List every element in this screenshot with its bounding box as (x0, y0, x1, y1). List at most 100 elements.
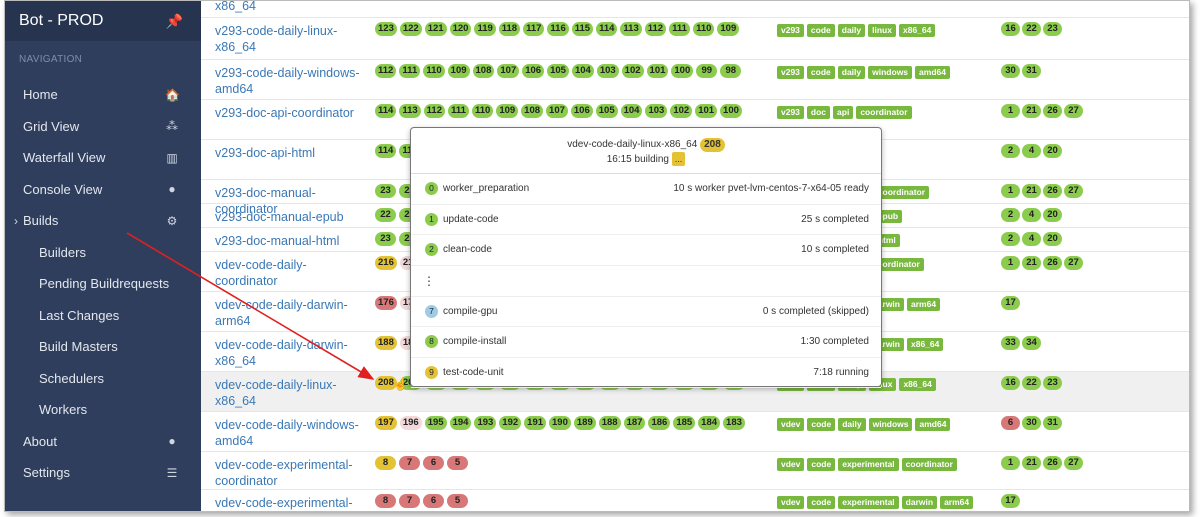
tag-badge[interactable]: x86_64 (899, 378, 936, 391)
build-badge[interactable]: 7 (399, 456, 420, 470)
sidebar-item-home[interactable]: Home 🏠 (5, 79, 201, 111)
build-badge[interactable]: 8 (375, 456, 396, 470)
build-badge[interactable]: 5 (447, 494, 468, 508)
worker-badge[interactable]: 26 (1043, 104, 1062, 118)
builder-name-link[interactable]: v293-doc-manual-epub (215, 209, 365, 225)
popup-more-badge[interactable]: ... (671, 152, 686, 166)
build-step[interactable]: 1 update-code 25 s completed (411, 205, 881, 235)
tag-badge[interactable]: x86_64 (898, 24, 936, 37)
build-badge[interactable]: 115 (571, 22, 594, 36)
build-badge[interactable]: 187 (623, 416, 646, 430)
build-step[interactable]: 7 compile-gpu 0 s completed (skipped) (411, 297, 881, 327)
build-badge[interactable]: 119 (474, 22, 496, 36)
builder-name-link[interactable]: v293-code-daily-linux-x86_64 (215, 23, 365, 55)
worker-badge[interactable]: 23 (1043, 22, 1062, 36)
build-badge[interactable]: 190 (549, 416, 571, 430)
build-badge[interactable]: 103 (596, 64, 619, 78)
worker-badge[interactable]: 26 (1043, 456, 1062, 470)
build-badge[interactable]: 112 (423, 104, 445, 118)
build-badge[interactable]: 112 (644, 22, 667, 36)
build-badge[interactable]: 120 (449, 22, 472, 36)
build-badge[interactable]: 121 (424, 22, 447, 36)
build-step[interactable]: 9 test-code-unit 7:18 running (411, 358, 881, 388)
worker-badge[interactable]: 4 (1022, 232, 1041, 246)
tag-badge[interactable]: arm64 (940, 496, 974, 509)
build-badge[interactable]: 110 (423, 64, 445, 78)
build-badge[interactable]: 197 (375, 416, 397, 430)
builder-name-link[interactable]: vdev-code-daily-linux-x86_64 (215, 377, 365, 409)
build-badge[interactable]: 114 (375, 104, 397, 118)
worker-badge[interactable]: 16 (1001, 376, 1020, 390)
build-badge[interactable]: 98 (720, 64, 742, 78)
builder-name-link[interactable]: v293-doc-api-html (215, 145, 365, 161)
tag-badge[interactable]: code (807, 496, 836, 509)
tag-badge[interactable]: vdev (777, 458, 805, 471)
sidebar-item-waterfall-view[interactable]: Waterfall View ▥ (5, 142, 201, 174)
builder-name-link[interactable]: v293-code-daily-windows-amd64 (215, 65, 365, 97)
worker-badge[interactable]: 17 (1001, 494, 1020, 508)
worker-badge[interactable]: 33 (1001, 336, 1020, 350)
worker-badge[interactable]: 31 (1043, 416, 1062, 430)
worker-badge[interactable]: 27 (1064, 256, 1083, 270)
tag-badge[interactable]: windows (868, 66, 913, 79)
worker-badge[interactable]: 17 (1001, 296, 1020, 310)
worker-badge[interactable]: 27 (1064, 456, 1083, 470)
build-badge[interactable]: 8 (375, 494, 396, 508)
tag-badge[interactable]: daily (837, 66, 866, 79)
worker-badge[interactable]: 34 (1022, 336, 1041, 350)
build-badge[interactable]: 110 (471, 104, 494, 118)
sidebar-item-settings[interactable]: Settings ☰ (5, 457, 201, 489)
build-badge[interactable]: 102 (621, 64, 644, 78)
pin-icon[interactable]: 📌 (166, 13, 183, 30)
build-badge[interactable]: 104 (620, 104, 643, 118)
tag-badge[interactable]: coordinator (856, 106, 912, 119)
build-badge[interactable]: 108 (521, 104, 544, 118)
worker-badge[interactable]: 27 (1064, 104, 1083, 118)
tag-badge[interactable]: v293 (777, 66, 804, 79)
build-badge[interactable]: 193 (474, 416, 497, 430)
build-badge[interactable]: 114 (596, 22, 618, 36)
build-badge[interactable]: 113 (620, 22, 642, 36)
build-badge[interactable]: 113 (399, 104, 421, 118)
build-badge[interactable]: 107 (497, 64, 520, 78)
worker-badge[interactable]: 2 (1001, 208, 1020, 222)
tag-badge[interactable]: experimental (838, 496, 899, 509)
sidebar-item-console-view[interactable]: Console View ● (5, 174, 201, 206)
worker-badge[interactable]: 1 (1001, 256, 1020, 270)
tag-badge[interactable]: coordinator (873, 186, 930, 199)
build-badge[interactable]: 111 (447, 104, 469, 118)
build-badge[interactable]: 118 (498, 22, 521, 36)
sidebar-item-grid-view[interactable]: Grid View ⁂ (5, 111, 201, 143)
build-badge[interactable]: 100 (671, 64, 694, 78)
build-step[interactable]: 0 worker_preparation 10 s worker pvet-lvm-… (411, 174, 881, 205)
builder-name-link[interactable]: vdev-code-daily-darwin-arm64 (215, 297, 365, 329)
build-badge[interactable]: 123 (375, 22, 397, 36)
build-badge[interactable]: 194 (449, 416, 472, 430)
build-badge[interactable]: 101 (646, 64, 669, 78)
tag-badge[interactable]: daily (837, 24, 866, 37)
worker-badge[interactable]: 6 (1001, 416, 1020, 430)
worker-badge[interactable]: 30 (1022, 416, 1041, 430)
sidebar-item-last-changes[interactable]: Last Changes (5, 300, 201, 332)
build-badge[interactable]: 112 (375, 64, 397, 78)
builder-name-link[interactable]: v293-doc-manual-html (215, 233, 365, 249)
build-badge[interactable]: 183 (723, 416, 745, 430)
build-badge[interactable]: 176 (375, 296, 397, 310)
tag-badge[interactable]: windows (868, 418, 913, 431)
build-badge[interactable]: 6 (423, 456, 444, 470)
build-badge[interactable]: 188 (375, 336, 397, 350)
worker-badge[interactable]: 1 (1001, 104, 1020, 118)
worker-badge[interactable]: 21 (1022, 256, 1041, 270)
tag-badge[interactable]: darwin (901, 496, 938, 509)
build-badge[interactable]: 195 (424, 416, 447, 430)
build-step[interactable]: 8 compile-install 1:30 completed (411, 327, 881, 358)
build-badge[interactable]: 105 (595, 104, 618, 118)
tag-badge[interactable]: api (833, 106, 854, 119)
worker-badge[interactable]: 20 (1043, 232, 1062, 246)
worker-badge[interactable]: 21 (1022, 456, 1041, 470)
worker-badge[interactable]: 21 (1022, 184, 1041, 198)
sidebar-item-build-masters[interactable]: Build Masters (5, 331, 201, 363)
build-badge[interactable]: 111 (399, 64, 421, 78)
sidebar-item-schedulers[interactable]: Schedulers (5, 363, 201, 395)
tag-badge[interactable]: daily (838, 418, 866, 431)
